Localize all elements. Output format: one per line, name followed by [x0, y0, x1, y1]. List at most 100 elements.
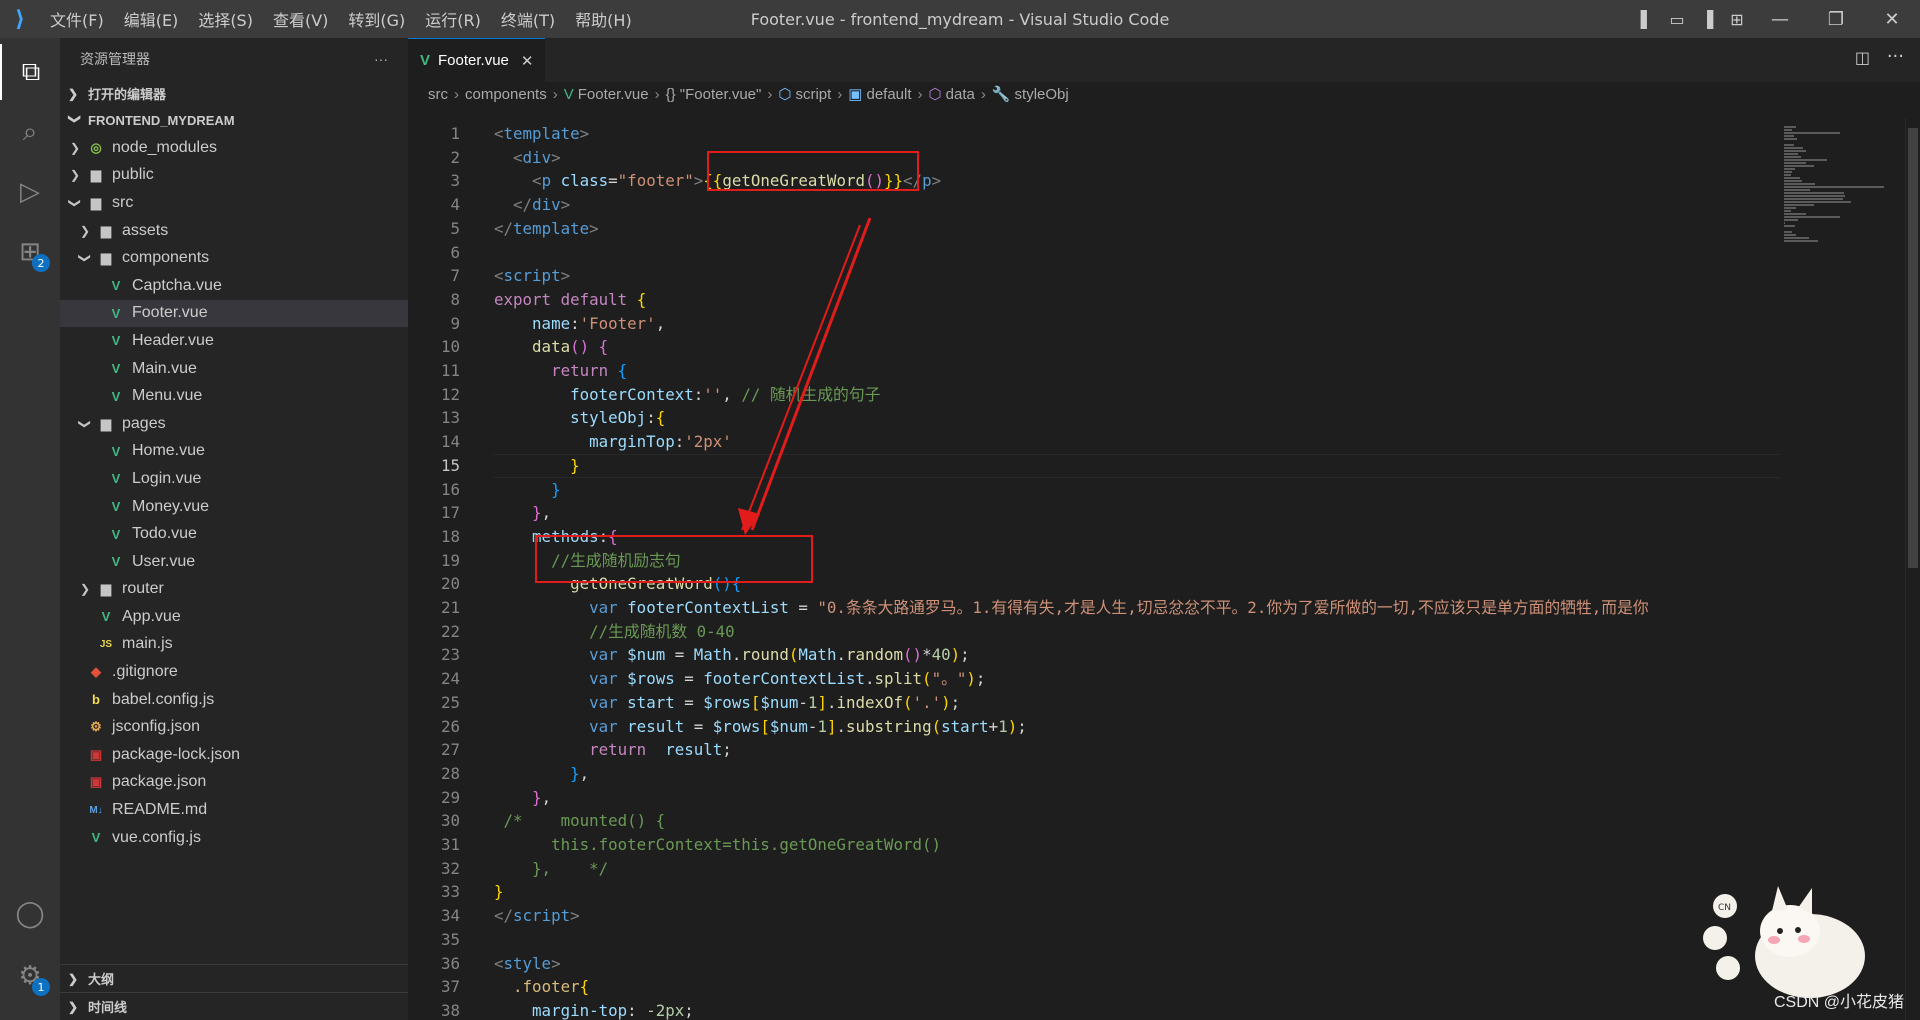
code-line[interactable]: name:'Footer', — [494, 312, 665, 336]
tree-file[interactable]: V Login.vue — [60, 465, 408, 493]
tree-file[interactable]: V Money.vue — [60, 493, 408, 521]
project-section[interactable]: ❯ FRONTEND_MYDREAM — [60, 107, 408, 134]
breadcrumb-item[interactable]: src — [428, 86, 448, 103]
code-line[interactable]: margin-top: -2px; — [494, 999, 694, 1020]
open-editors-section[interactable]: ❯ 打开的编辑器 — [60, 80, 408, 107]
tree-folder[interactable]: ❯ ▆ src — [60, 189, 408, 217]
breadcrumb-item[interactable]: styleObj — [1015, 86, 1069, 103]
minimize-button[interactable]: — — [1752, 0, 1808, 38]
menu-item[interactable]: 转到(G) — [338, 7, 415, 31]
code-line[interactable]: }, */ — [494, 857, 608, 881]
code-line[interactable]: footerContext:'', // 随机生成的句子 — [494, 383, 880, 407]
code-line[interactable]: }, — [494, 762, 589, 786]
accounts-icon[interactable]: ◯ — [0, 886, 60, 942]
timeline-section[interactable]: ❯ 时间线 — [60, 992, 408, 1020]
menu-item[interactable]: 帮助(H) — [565, 7, 642, 31]
code-line[interactable]: var result = $rows[$num-1].substring(sta… — [494, 715, 1027, 739]
code-line[interactable]: data() { — [494, 335, 608, 359]
code-line[interactable]: <style> — [494, 952, 561, 976]
editor-more-icon[interactable]: ··· — [1887, 46, 1904, 67]
tree-folder[interactable]: ❯ ▆ router — [60, 576, 408, 604]
tree-file[interactable]: JS main.js — [60, 631, 408, 659]
code-line[interactable]: } — [494, 478, 561, 502]
code-line[interactable]: return result; — [494, 738, 732, 762]
vertical-scrollbar[interactable] — [1905, 118, 1920, 1020]
code-line[interactable]: marginTop:'2px' — [494, 430, 732, 454]
breadcrumb-item[interactable]: script — [795, 86, 831, 103]
toggle-primary-sidebar-icon[interactable]: ▌ — [1632, 0, 1662, 38]
tree-file[interactable]: V Todo.vue — [60, 520, 408, 548]
code-line[interactable]: </div> — [494, 193, 570, 217]
breadcrumb-item[interactable]: components — [465, 86, 547, 103]
code-line[interactable]: var $num = Math.round(Math.random()*40); — [494, 643, 970, 667]
code-line[interactable]: styleObj:{ — [494, 406, 665, 430]
code-line[interactable]: return { — [494, 359, 627, 383]
tree-file[interactable]: V Home.vue — [60, 438, 408, 466]
more-actions-icon[interactable]: ··· — [374, 51, 388, 67]
code-line[interactable]: }, — [494, 501, 551, 525]
code-line[interactable]: </script> — [494, 904, 580, 928]
tree-file[interactable]: V Menu.vue — [60, 382, 408, 410]
close-tab-icon[interactable]: ✕ — [521, 52, 534, 70]
code-line[interactable]: //生成随机励志句 — [494, 549, 681, 573]
tree-file[interactable]: V User.vue — [60, 548, 408, 576]
code-line[interactable]: getOneGreatWord(){ — [494, 572, 741, 596]
code-line[interactable]: this.footerContext=this.getOneGreatWord(… — [494, 833, 941, 857]
run-debug-icon[interactable]: ▷ — [0, 164, 60, 220]
close-window-button[interactable]: ✕ — [1864, 0, 1920, 38]
tree-folder[interactable]: ❯ ▆ public — [60, 162, 408, 190]
menu-item[interactable]: 运行(R) — [415, 7, 491, 31]
tree-folder[interactable]: ❯ ▆ pages — [60, 410, 408, 438]
code-line[interactable]: var start = $rows[$num-1].indexOf('.'); — [494, 691, 960, 715]
code-line[interactable]: var footerContextList = "0.条条大路通罗马。1.有得有… — [494, 596, 1649, 620]
code-line[interactable]: } — [494, 880, 504, 904]
menu-item[interactable]: 终端(T) — [491, 7, 565, 31]
menu-item[interactable]: 文件(F) — [40, 7, 114, 31]
customize-layout-icon[interactable]: ⊞ — [1722, 0, 1752, 38]
code-line[interactable]: </template> — [494, 217, 599, 241]
code-line[interactable]: <script> — [494, 264, 570, 288]
menu-item[interactable]: 查看(V) — [263, 7, 338, 31]
code-line[interactable]: }, — [494, 786, 551, 810]
breadcrumb-item[interactable]: data — [946, 86, 975, 103]
tree-file[interactable]: ⚙ jsconfig.json — [60, 713, 408, 741]
menu-item[interactable]: 选择(S) — [188, 7, 263, 31]
tree-file[interactable]: V Captcha.vue — [60, 272, 408, 300]
code-line[interactable]: <p class="footer">{{getOneGreatWord()}}<… — [494, 169, 941, 193]
tree-file[interactable]: ▣ package.json — [60, 769, 408, 797]
split-editor-icon[interactable]: ◫ — [1855, 48, 1870, 67]
tree-file[interactable]: M↓ README.md — [60, 796, 408, 824]
code-line[interactable]: .footer{ — [494, 975, 589, 999]
code-line[interactable]: //生成随机数 0-40 — [494, 620, 735, 644]
code-line[interactable]: <template> — [494, 122, 589, 146]
tree-file[interactable]: V Footer.vue — [60, 299, 408, 328]
explorer-icon[interactable]: ⧉ — [0, 44, 60, 100]
extensions-icon[interactable]: ⊞ 2 — [0, 224, 60, 280]
tree-file[interactable]: b babel.config.js — [60, 686, 408, 714]
breadcrumb-item[interactable]: default — [866, 86, 911, 103]
breadcrumb-item[interactable]: Footer.vue — [578, 86, 649, 103]
tree-file[interactable]: ▣ package-lock.json — [60, 741, 408, 769]
code-line[interactable]: var $rows = footerContextList.split("。")… — [494, 667, 985, 691]
scrollbar-thumb[interactable] — [1908, 128, 1918, 568]
tree-file[interactable]: ◆ .gitignore — [60, 658, 408, 686]
tree-folder[interactable]: ❯ ◎ node_modules — [60, 134, 408, 162]
outline-section[interactable]: ❯ 大纲 — [60, 964, 408, 992]
toggle-panel-icon[interactable]: ▭ — [1662, 0, 1692, 38]
menu-item[interactable]: 编辑(E) — [114, 7, 189, 31]
tree-file[interactable]: V App.vue — [60, 603, 408, 631]
tree-file[interactable]: Vvue.config.js — [60, 824, 408, 852]
code-line[interactable]: export default { — [494, 288, 646, 312]
code-line[interactable]: <div> — [494, 146, 561, 170]
tab-footer-vue[interactable]: V Footer.vue ✕ — [408, 38, 546, 82]
code-editor[interactable]: 1 <template> 2 <div> 3 <p class="footer">{{… — [408, 118, 1780, 1020]
tree-file[interactable]: V Header.vue — [60, 327, 408, 355]
breadcrumb-item[interactable]: {} "Footer.vue" — [666, 86, 762, 103]
tree-folder[interactable]: ❯ ▆ components — [60, 244, 408, 272]
settings-gear-icon[interactable]: ⚙ 1 — [0, 948, 60, 1004]
code-line[interactable]: methods:{ — [494, 525, 618, 549]
restore-button[interactable]: ❐ — [1808, 0, 1864, 38]
code-line[interactable]: /* mounted() { — [494, 809, 666, 833]
search-icon[interactable]: ⌕ — [0, 104, 60, 160]
tree-folder[interactable]: ❯ ▆ assets — [60, 217, 408, 245]
